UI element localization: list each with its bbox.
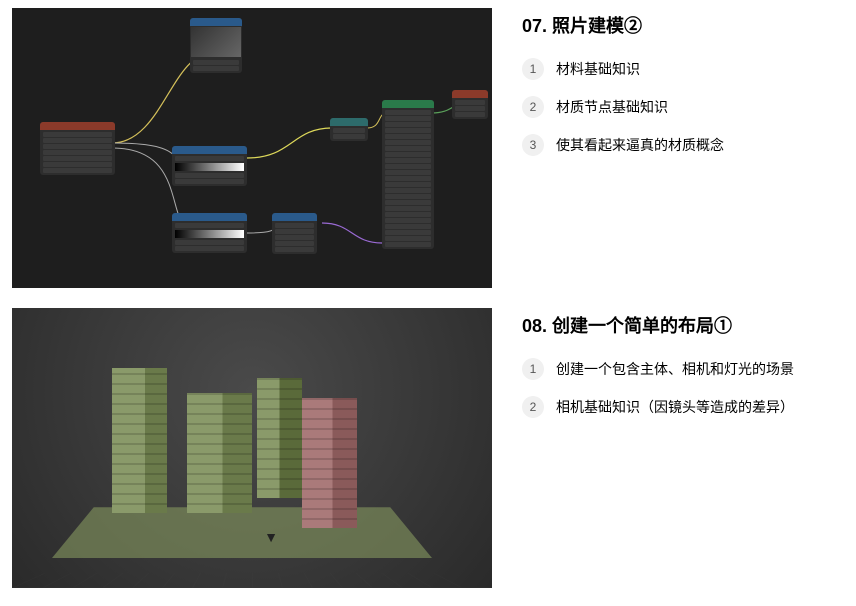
lesson-item: 2 材质节点基础知识 xyxy=(522,96,844,118)
node-header xyxy=(172,146,247,154)
lesson-row-07: 07. 照片建模② 1 材料基础知识 2 材质节点基础知识 3 使其看起来逼真的… xyxy=(12,8,844,288)
item-text: 材质节点基础知识 xyxy=(556,97,668,117)
lesson-title: 08. 创建一个简单的布局① xyxy=(522,312,844,338)
node-header xyxy=(272,213,317,221)
node-material-output[interactable] xyxy=(452,90,488,119)
node-header xyxy=(190,18,242,26)
lesson-row-08: 08. 创建一个简单的布局① 1 创建一个包含主体、相机和灯光的场景 2 相机基… xyxy=(12,308,844,588)
lesson-content-07: 07. 照片建模② 1 材料基础知识 2 材质节点基础知识 3 使其看起来逼真的… xyxy=(522,8,844,288)
building-4-pink xyxy=(302,398,357,528)
node-header xyxy=(40,122,115,130)
building-2 xyxy=(187,393,252,513)
lesson-content-08: 08. 创建一个简单的布局① 1 创建一个包含主体、相机和灯光的场景 2 相机基… xyxy=(522,308,844,588)
node-header xyxy=(452,90,488,98)
viewport-grid xyxy=(12,573,492,588)
item-number-badge: 3 xyxy=(522,134,544,156)
ground-plane xyxy=(52,507,432,558)
camera-icon xyxy=(262,531,278,543)
building-3 xyxy=(257,378,302,498)
node-header xyxy=(382,100,434,108)
item-text: 材料基础知识 xyxy=(556,59,640,79)
lesson-thumbnail-08[interactable] xyxy=(12,308,492,588)
lesson-item: 1 材料基础知识 xyxy=(522,58,844,80)
lesson-thumbnail-07[interactable] xyxy=(12,8,492,288)
node-header xyxy=(172,213,247,221)
lesson-list: 07. 照片建模② 1 材料基础知识 2 材质节点基础知识 3 使其看起来逼真的… xyxy=(0,0,856,596)
node-image-texture[interactable] xyxy=(40,122,115,175)
item-text: 创建一个包含主体、相机和灯光的场景 xyxy=(556,359,794,379)
item-text: 相机基础知识（因镜头等造成的差异） xyxy=(556,397,794,417)
lesson-item: 1 创建一个包含主体、相机和灯光的场景 xyxy=(522,358,844,380)
blender-viewport-3d xyxy=(12,308,492,588)
lesson-items-list: 1 创建一个包含主体、相机和灯光的场景 2 相机基础知识（因镜头等造成的差异） xyxy=(522,358,844,418)
node-mix[interactable] xyxy=(330,118,368,141)
item-number-badge: 1 xyxy=(522,58,544,80)
building-1 xyxy=(112,368,167,513)
node-bump[interactable] xyxy=(272,213,317,254)
node-header xyxy=(330,118,368,126)
item-number-badge: 1 xyxy=(522,358,544,380)
lesson-item: 2 相机基础知识（因镜头等造成的差异） xyxy=(522,396,844,418)
blender-node-editor xyxy=(12,8,492,288)
lesson-item: 3 使其看起来逼真的材质概念 xyxy=(522,134,844,156)
node-principled-bsdf[interactable] xyxy=(382,100,434,249)
node-diffuse-preview[interactable] xyxy=(190,18,242,73)
item-number-badge: 2 xyxy=(522,396,544,418)
lesson-items-list: 1 材料基础知识 2 材质节点基础知识 3 使其看起来逼真的材质概念 xyxy=(522,58,844,156)
item-text: 使其看起来逼真的材质概念 xyxy=(556,135,724,155)
node-colorramp-1[interactable] xyxy=(172,146,247,186)
item-number-badge: 2 xyxy=(522,96,544,118)
node-preview-gradient xyxy=(191,27,241,57)
node-colorramp-2[interactable] xyxy=(172,213,247,253)
lesson-title: 07. 照片建模② xyxy=(522,12,844,38)
